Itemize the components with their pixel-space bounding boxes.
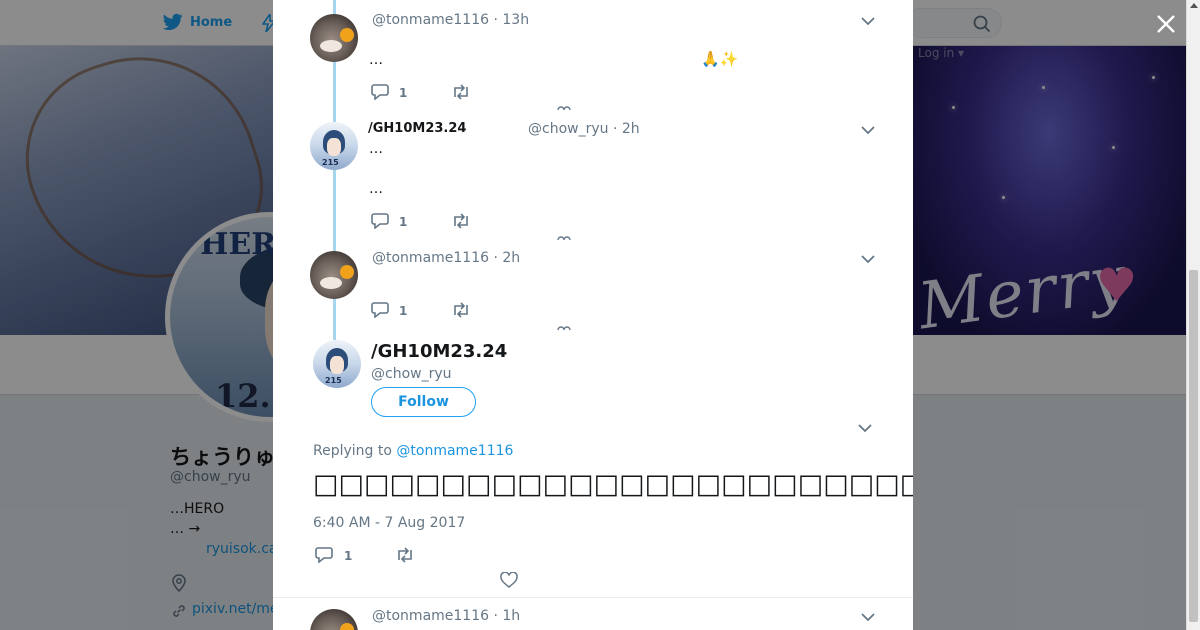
chevron-down-icon[interactable] xyxy=(861,612,875,622)
thread-line xyxy=(333,62,336,110)
chevron-down-icon[interactable] xyxy=(861,16,875,26)
main-tweet-timestamp[interactable]: 6:40 AM - 7 Aug 2017 xyxy=(313,515,465,531)
avatar[interactable]: 215 xyxy=(310,122,358,170)
thread-line xyxy=(333,0,336,14)
tweet-handle[interactable]: @tonmame1116 · 2h xyxy=(372,250,520,266)
thread-tweet[interactable]: @tonmame1116 · 2h 1 xyxy=(273,240,913,331)
tweet-emoji: 🙏✨ xyxy=(701,50,739,68)
replying-to-line: Replying to @tonmame1116 xyxy=(313,443,514,459)
tweet-handle[interactable]: @tonmame1116 · 13h xyxy=(372,12,529,28)
thread-line xyxy=(333,110,336,122)
reply-icon[interactable] xyxy=(371,84,389,100)
like-icon[interactable] xyxy=(500,572,518,588)
thread-tweet[interactable]: @tonmame1116 · 1h xyxy=(273,598,913,630)
scroll-up-arrow-icon[interactable] xyxy=(1190,3,1198,8)
follow-button[interactable]: Follow xyxy=(371,387,476,417)
main-tweet-author-name[interactable]: /GH10M23.24 xyxy=(371,341,507,362)
tweet-handle[interactable]: @tonmame1116 · 1h xyxy=(372,608,520,624)
retweet-icon[interactable] xyxy=(451,84,471,100)
tweet-permalink-modal: @tonmame1116 · 13h … 🙏✨ 1 215 /GH10M23.2… xyxy=(273,0,913,630)
main-tweet-actions: 1 xyxy=(315,547,615,569)
page-scrollbar[interactable] xyxy=(1186,0,1200,630)
chevron-down-icon[interactable] xyxy=(861,254,875,264)
close-icon[interactable] xyxy=(1154,12,1178,36)
tweet-actions: 1 xyxy=(371,302,571,322)
like-icon[interactable] xyxy=(557,326,571,331)
tweet-text: … xyxy=(369,181,383,197)
thread-line xyxy=(333,170,336,240)
thread-tweet[interactable]: @tonmame1116 · 13h … 🙏✨ 1 xyxy=(273,0,913,111)
main-tweet-handle[interactable]: @chow_ryu xyxy=(371,366,452,382)
tweet-author-name[interactable]: /GH10M23.24 xyxy=(368,121,466,136)
thread-line xyxy=(333,240,336,251)
avatar[interactable] xyxy=(310,251,358,299)
reply-icon[interactable] xyxy=(315,547,333,563)
tweet-handle[interactable]: @chow_ryu · 2h xyxy=(528,121,640,137)
avatar[interactable] xyxy=(310,14,358,62)
chevron-down-icon[interactable] xyxy=(861,125,875,135)
replying-to-handle[interactable]: @tonmame1116 xyxy=(396,443,513,459)
reply-count: 1 xyxy=(399,86,408,100)
avatar[interactable] xyxy=(310,609,358,630)
retweet-icon[interactable] xyxy=(451,213,471,229)
reply-count: 1 xyxy=(344,549,353,563)
reply-icon[interactable] xyxy=(371,302,389,318)
tweet-text: … xyxy=(369,52,383,68)
tweet-actions: 1 xyxy=(371,84,571,104)
chevron-down-icon[interactable] xyxy=(858,423,872,433)
scrollbar-thumb[interactable] xyxy=(1189,270,1198,622)
tweet-text: … xyxy=(369,141,383,157)
thread-line xyxy=(333,299,336,330)
main-tweet-text: □□□□□□□□□□□□□□□□□□□□□□□□□□□□□□□□…□□□ xyxy=(313,469,913,500)
reply-count: 1 xyxy=(399,215,408,229)
thread-tweet[interactable]: 215 /GH10M23.24 @chow_ryu · 2h … … 1 xyxy=(273,110,913,241)
retweet-icon[interactable] xyxy=(451,302,471,318)
reply-icon[interactable] xyxy=(371,213,389,229)
reply-count: 1 xyxy=(399,304,408,318)
tweet-actions: 1 xyxy=(371,213,571,233)
thread-line xyxy=(333,330,336,340)
retweet-icon[interactable] xyxy=(395,547,415,563)
main-tweet-avatar[interactable]: 215 xyxy=(313,340,361,388)
